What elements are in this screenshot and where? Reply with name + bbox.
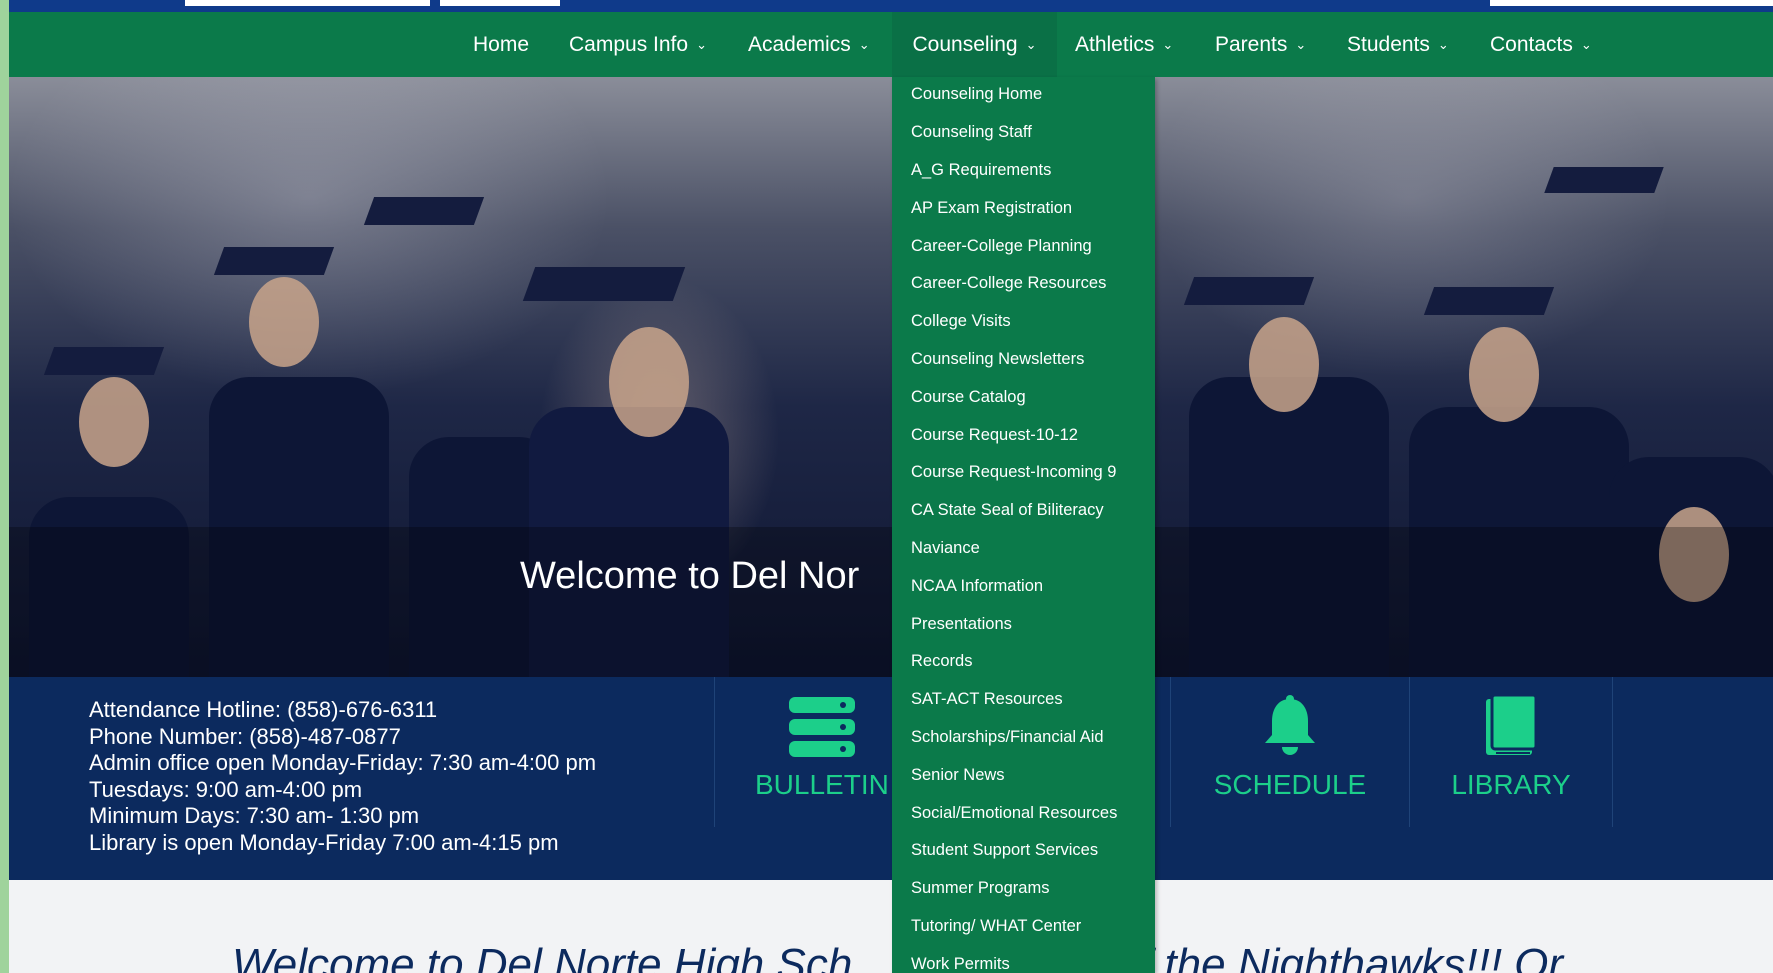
dropdown-item[interactable]: Counseling Newsletters xyxy=(911,350,1084,369)
info-line: Library is open Monday-Friday 7:00 am-4:… xyxy=(89,829,559,855)
nav-athletics[interactable]: Athletics ⌄ xyxy=(1075,12,1173,77)
dropdown-item[interactable]: Social/Emotional Resources xyxy=(911,804,1117,823)
dropdown-item[interactable]: CA State Seal of Biliteracy xyxy=(911,501,1104,520)
dropdown-item[interactable]: College Visits xyxy=(911,312,1011,331)
dropdown-item[interactable]: Course Catalog xyxy=(911,388,1026,407)
dropdown-item[interactable]: Work Permits xyxy=(911,955,1010,973)
chevron-down-icon: ⌄ xyxy=(1437,36,1449,52)
top-strip xyxy=(0,0,1773,12)
divider xyxy=(1612,677,1613,827)
dropdown-item[interactable]: Naviance xyxy=(911,539,980,558)
chevron-down-icon: ⌄ xyxy=(1162,36,1174,52)
dropdown-item[interactable]: Student Support Services xyxy=(911,841,1098,860)
browser-page: Home Campus Info ⌄ Academics ⌄ Counselin… xyxy=(0,0,1773,973)
counseling-dropdown: Counseling Home Counseling Staff A_G Req… xyxy=(892,77,1155,973)
nav-counseling[interactable]: Counseling ⌄ xyxy=(892,12,1057,77)
nav-campus-info[interactable]: Campus Info ⌄ xyxy=(569,12,707,77)
contact-info: Attendance Hotline: (858)-676-6311 Phone… xyxy=(89,697,596,856)
bell-icon xyxy=(1265,695,1315,755)
nav-home[interactable]: Home xyxy=(473,12,529,77)
dropdown-item[interactable]: Summer Programs xyxy=(911,879,1049,898)
dropdown-item[interactable]: Career-College Resources xyxy=(911,274,1106,293)
info-line: Phone Number: (858)-487-0877 xyxy=(89,723,401,749)
dropdown-item[interactable]: A_G Requirements xyxy=(911,161,1051,180)
tile-schedule[interactable]: SCHEDULE xyxy=(1171,677,1409,827)
dropdown-item[interactable]: Presentations xyxy=(911,615,1012,634)
book-icon xyxy=(1486,695,1538,755)
dropdown-item[interactable]: Records xyxy=(911,652,972,671)
dropdown-item[interactable]: AP Exam Registration xyxy=(911,199,1072,218)
tile-bulletin[interactable]: BULLETIN xyxy=(715,677,905,827)
info-line: Minimum Days: 7:30 am- 1:30 pm xyxy=(89,803,420,828)
nav-academics[interactable]: Academics ⌄ xyxy=(748,12,870,77)
info-line: Tuesdays: 9:00 am-4:00 pm xyxy=(89,776,363,802)
tile-library-label: LIBRARY xyxy=(1451,769,1571,800)
chevron-down-icon: ⌄ xyxy=(858,36,870,52)
chevron-down-icon: ⌄ xyxy=(1025,36,1037,52)
welcome-heading-continued: f the Nighthawks!!! Or xyxy=(1140,940,1563,973)
nav-contacts[interactable]: Contacts ⌄ xyxy=(1490,12,1592,77)
nav-contacts-label: Contacts xyxy=(1490,32,1573,56)
welcome-heading-left: Welcome to Del Norte High Sch xyxy=(232,940,853,973)
hero-title: Welcome to Del Nor xyxy=(520,555,860,597)
nav-campus-info-label: Campus Info xyxy=(569,32,689,56)
tile-library[interactable]: LIBRARY xyxy=(1410,677,1612,827)
dropdown-item[interactable]: Scholarships/Financial Aid xyxy=(911,728,1104,747)
dropdown-item[interactable]: Tutoring/ WHAT Center xyxy=(911,917,1081,936)
chevron-down-icon: ⌄ xyxy=(1295,36,1307,52)
dropdown-item[interactable]: SAT-ACT Resources xyxy=(911,690,1063,709)
dropdown-item[interactable]: Senior News xyxy=(911,766,1005,785)
info-line: Admin office open Monday-Friday: 7:30 am… xyxy=(89,750,597,775)
nav-parents[interactable]: Parents ⌄ xyxy=(1215,12,1306,77)
dropdown-item[interactable]: NCAA Information xyxy=(911,577,1043,596)
nav-students-label: Students xyxy=(1347,32,1430,56)
server-icon xyxy=(789,697,855,757)
dropdown-item[interactable]: Course Request-Incoming 9 xyxy=(911,463,1116,482)
dropdown-item[interactable]: Counseling Staff xyxy=(911,123,1032,142)
nav-students[interactable]: Students ⌄ xyxy=(1347,12,1449,77)
hero-image xyxy=(9,77,1773,677)
chevron-down-icon: ⌄ xyxy=(696,36,707,52)
welcome-heading-right: f the Nighthawks!!! Or xyxy=(1140,940,1564,973)
nav-parents-label: Parents xyxy=(1215,32,1288,56)
welcome-heading: Welcome to Del Norte High Sch xyxy=(232,940,852,973)
nav-academics-label: Academics xyxy=(748,32,851,56)
dropdown-item[interactable]: Counseling Home xyxy=(911,85,1042,104)
tile-bulletin-label: BULLETIN xyxy=(755,769,889,800)
nav-counseling-label: Counseling xyxy=(912,32,1018,56)
info-line: Attendance Hotline: (858)-676-6311 xyxy=(89,697,438,722)
nav-athletics-label: Athletics xyxy=(1075,32,1155,56)
dropdown-item[interactable]: Career-College Planning xyxy=(911,237,1092,256)
tile-schedule-label: SCHEDULE xyxy=(1213,769,1367,800)
left-edge xyxy=(0,0,9,973)
nav-home-label: Home xyxy=(473,32,530,56)
dropdown-item[interactable]: Course Request-10-12 xyxy=(911,426,1078,445)
chevron-down-icon: ⌄ xyxy=(1580,36,1592,52)
